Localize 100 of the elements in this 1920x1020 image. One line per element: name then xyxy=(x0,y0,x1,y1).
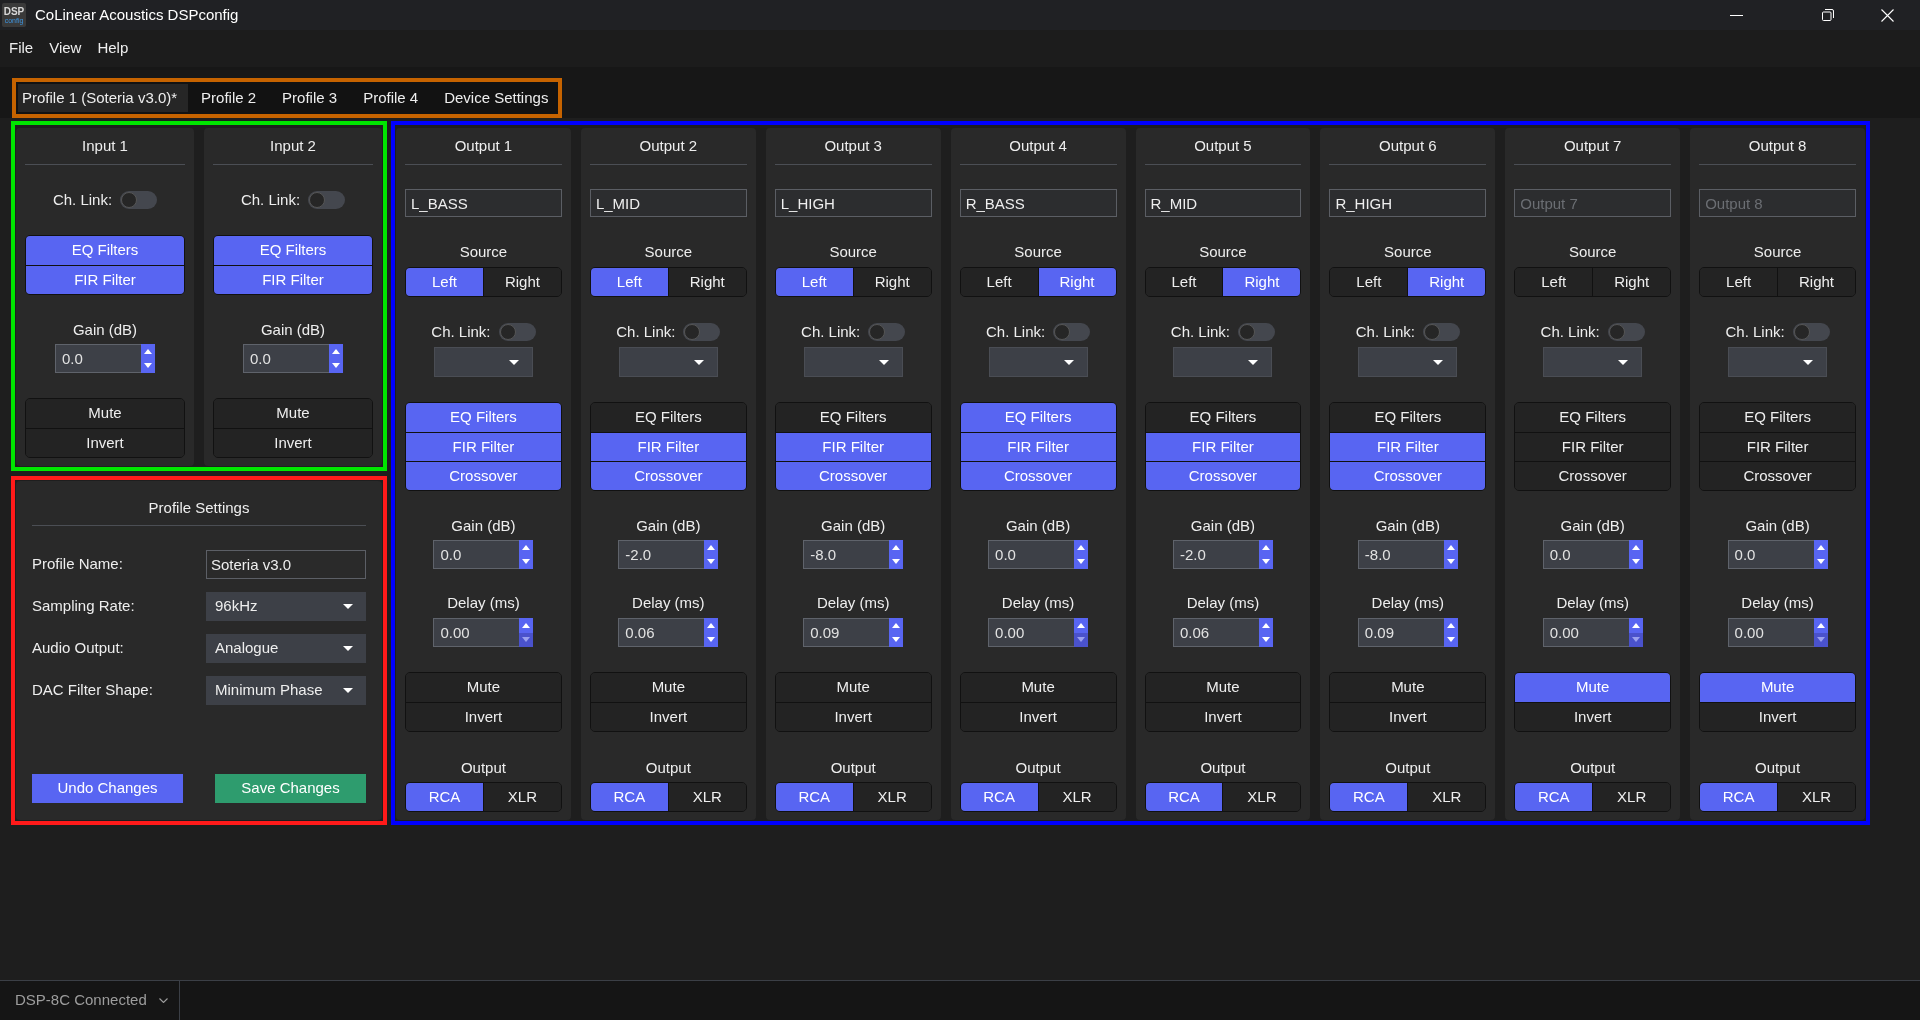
output-option[interactable]: XLR xyxy=(482,783,561,811)
filter-toggle[interactable]: FIR Filter xyxy=(1700,432,1855,461)
gain-field[interactable]: 0.0 xyxy=(55,344,141,373)
increment-button[interactable] xyxy=(1074,618,1089,633)
toggle-switch[interactable] xyxy=(498,323,536,341)
toggle-switch[interactable] xyxy=(1053,323,1091,341)
toggle-switch[interactable] xyxy=(1238,323,1276,341)
filter-toggle[interactable]: FIR Filter xyxy=(960,432,1116,461)
dropdown[interactable]: Analogue xyxy=(206,634,366,663)
filter-toggle[interactable]: EQ Filters xyxy=(406,403,561,432)
channel-toggle[interactable]: Invert xyxy=(1330,702,1486,731)
delay-field[interactable]: 0.09 xyxy=(1357,618,1444,647)
filter-toggle[interactable]: FIR Filter xyxy=(775,432,931,461)
filter-toggle[interactable]: FIR Filter xyxy=(590,432,746,461)
channel-toggle[interactable]: Mute xyxy=(775,673,931,702)
gain-field[interactable]: 0.0 xyxy=(1542,540,1629,569)
filter-toggle[interactable]: EQ Filters xyxy=(590,403,746,432)
filter-toggle[interactable]: Crossover xyxy=(1700,461,1855,490)
channel-toggle[interactable]: Invert xyxy=(1145,702,1301,731)
gain-field[interactable]: 0.0 xyxy=(988,540,1075,569)
menu-item[interactable]: View xyxy=(41,37,90,60)
toggle-switch[interactable] xyxy=(868,323,906,341)
output-option[interactable]: XLR xyxy=(1777,783,1855,811)
source-option[interactable]: Left xyxy=(960,268,1038,296)
filter-toggle[interactable]: EQ Filters xyxy=(1700,403,1855,432)
source-option[interactable]: Left xyxy=(406,268,483,296)
channel-toggle[interactable]: Mute xyxy=(214,399,372,428)
increment-button[interactable] xyxy=(1074,540,1089,555)
output-option[interactable]: XLR xyxy=(1407,783,1486,811)
device-dropdown[interactable]: DSP-8C Connected xyxy=(0,981,180,1020)
channel-name-field[interactable]: L_MID xyxy=(589,189,747,217)
delay-field[interactable]: 0.00 xyxy=(1727,618,1814,647)
gain-field[interactable]: -8.0 xyxy=(1357,540,1444,569)
dropdown[interactable]: Minimum Phase xyxy=(206,676,366,705)
increment-button[interactable] xyxy=(889,618,904,633)
output-option[interactable]: XLR xyxy=(1037,783,1116,811)
source-option[interactable]: Left xyxy=(1330,268,1408,296)
output-option[interactable]: RCA xyxy=(1515,783,1593,811)
output-option[interactable]: RCA xyxy=(1700,783,1778,811)
filter-toggle[interactable]: Crossover xyxy=(960,461,1116,490)
filter-toggle[interactable]: Crossover xyxy=(1515,461,1671,490)
source-option[interactable]: Right xyxy=(852,268,931,296)
source-option[interactable]: Left xyxy=(1700,268,1778,296)
text-field[interactable]: Soteria v3.0 xyxy=(206,550,366,579)
gain-field[interactable]: 0.0 xyxy=(433,540,520,569)
source-option[interactable]: Left xyxy=(1515,268,1593,296)
toggle-switch[interactable] xyxy=(683,323,721,341)
filter-toggle[interactable]: EQ Filters xyxy=(1515,403,1671,432)
increment-button[interactable] xyxy=(704,618,719,633)
channel-name-field[interactable]: Output 7 xyxy=(1514,189,1672,217)
channel-toggle[interactable]: Mute xyxy=(1700,673,1855,702)
output-option[interactable]: RCA xyxy=(406,783,483,811)
source-option[interactable]: Right xyxy=(1407,268,1486,296)
source-option[interactable]: Right xyxy=(1222,268,1301,296)
toggle-switch[interactable] xyxy=(1422,323,1460,341)
channel-toggle[interactable]: Invert xyxy=(406,702,561,731)
gain-field[interactable]: -8.0 xyxy=(803,540,890,569)
toggle-switch[interactable] xyxy=(308,191,346,209)
tab[interactable]: Profile 4 xyxy=(350,84,432,112)
channel-toggle[interactable]: Invert xyxy=(1515,702,1671,731)
channel-toggle[interactable]: Mute xyxy=(1145,673,1301,702)
menu-item[interactable]: Help xyxy=(89,37,137,60)
channel-toggle[interactable]: Invert xyxy=(26,428,184,457)
channel-toggle[interactable]: Invert xyxy=(214,428,372,457)
channel-name-field[interactable]: Output 8 xyxy=(1699,189,1856,217)
toggle-switch[interactable] xyxy=(120,191,158,209)
source-option[interactable]: Right xyxy=(1777,268,1855,296)
filter-toggle[interactable]: FIR Filter xyxy=(26,265,184,294)
filter-toggle[interactable]: Crossover xyxy=(1330,461,1486,490)
tab[interactable]: Profile 1 (Soteria v3.0)* xyxy=(18,84,189,112)
menu-item[interactable]: File xyxy=(1,37,42,60)
filter-toggle[interactable]: FIR Filter xyxy=(1330,432,1486,461)
filter-toggle[interactable]: Crossover xyxy=(1145,461,1301,490)
filter-toggle[interactable]: EQ Filters xyxy=(26,236,184,265)
output-option[interactable]: RCA xyxy=(960,783,1038,811)
output-option[interactable]: XLR xyxy=(1592,783,1671,811)
channel-toggle[interactable]: Mute xyxy=(590,673,746,702)
channel-name-field[interactable]: R_HIGH xyxy=(1329,189,1487,217)
filter-toggle[interactable]: FIR Filter xyxy=(1145,432,1301,461)
filter-toggle[interactable]: EQ Filters xyxy=(214,236,372,265)
source-option[interactable]: Right xyxy=(1037,268,1116,296)
filter-toggle[interactable]: FIR Filter xyxy=(1515,432,1671,461)
increment-button[interactable] xyxy=(519,618,534,633)
source-option[interactable]: Left xyxy=(775,268,853,296)
delay-field[interactable]: 0.06 xyxy=(618,618,705,647)
gain-field[interactable]: 0.0 xyxy=(1727,540,1814,569)
channel-toggle[interactable]: Mute xyxy=(1515,673,1671,702)
dropdown[interactable]: 96kHz xyxy=(206,592,366,621)
undo-button[interactable]: Undo Changes xyxy=(32,774,183,803)
source-option[interactable]: Left xyxy=(590,268,668,296)
output-option[interactable]: RCA xyxy=(775,783,853,811)
gain-field[interactable]: -2.0 xyxy=(1172,540,1259,569)
channel-toggle[interactable]: Mute xyxy=(960,673,1116,702)
output-option[interactable]: XLR xyxy=(852,783,931,811)
increment-button[interactable] xyxy=(704,540,719,555)
channel-name-field[interactable]: L_HIGH xyxy=(774,189,932,217)
toggle-switch[interactable] xyxy=(1607,323,1645,341)
delay-field[interactable]: 0.00 xyxy=(1542,618,1629,647)
delay-field[interactable]: 0.00 xyxy=(433,618,520,647)
delay-field[interactable]: 0.09 xyxy=(803,618,890,647)
